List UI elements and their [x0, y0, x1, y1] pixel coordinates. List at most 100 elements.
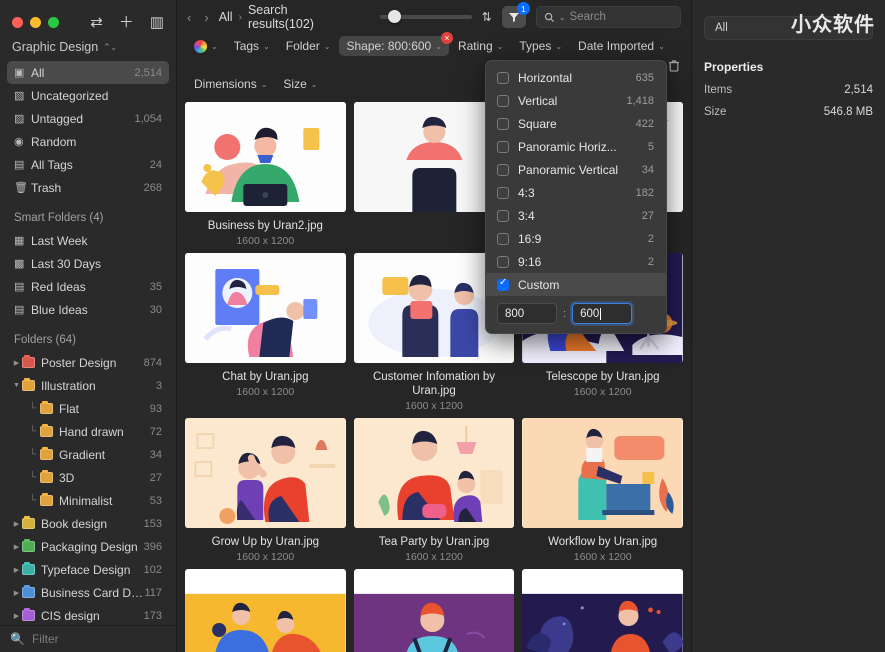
checkbox-icon[interactable]	[497, 209, 509, 222]
chevron-right-icon[interactable]: ▶	[11, 589, 22, 597]
thumbnail[interactable]	[185, 418, 346, 528]
checkbox-icon[interactable]	[497, 255, 509, 268]
folder-item[interactable]: ▶ Poster Design 874	[7, 351, 169, 374]
thumbnail[interactable]	[522, 569, 683, 652]
folder-item[interactable]: ▶ Book design 153	[7, 512, 169, 535]
thumbnail[interactable]	[185, 102, 346, 212]
filter-chip-rating[interactable]: Rating ⌄	[451, 36, 510, 56]
folder-item[interactable]: └ Minimalist 53	[7, 489, 169, 512]
chevron-right-icon[interactable]: ▶	[11, 566, 22, 574]
sidebar-toggle-icon[interactable]: ▥	[150, 15, 164, 30]
thumbnail-size-slider[interactable]	[380, 10, 472, 23]
filter-chip-dimensions[interactable]: Dimensions ⌄	[187, 74, 274, 94]
checkbox-icon[interactable]	[497, 186, 509, 199]
chevron-down-icon[interactable]: ▼	[11, 382, 22, 389]
shape-option-vertical[interactable]: Vertical 1,418	[486, 89, 666, 112]
folder-item[interactable]: └ 3D 27	[7, 466, 169, 489]
close-button[interactable]	[12, 17, 23, 28]
sidebar-item-untagged[interactable]: ▨ Untagged 1,054	[7, 107, 169, 130]
grid-item[interactable]: Tea Party by Uran.jpg 1600 x 1200	[353, 418, 515, 563]
shape-option-horizontal[interactable]: Horizontal 635	[486, 66, 666, 89]
thumbnail[interactable]	[522, 418, 683, 528]
shape-option-panoramic-vertical[interactable]: Panoramic Vertical 34	[486, 158, 666, 181]
checkbox-icon[interactable]	[497, 94, 509, 107]
filter-chip-date-imported[interactable]: Date Imported ⌄	[571, 36, 672, 56]
folder-item[interactable]: └ Gradient 34	[7, 443, 169, 466]
filter-chip-tags[interactable]: Tags ⌄	[227, 36, 277, 56]
checkbox-icon[interactable]	[497, 140, 509, 153]
thumbnail[interactable]	[185, 569, 346, 652]
minimize-button[interactable]	[30, 17, 41, 28]
shape-option-9-16[interactable]: 9:16 2	[486, 250, 666, 273]
thumbnail[interactable]	[353, 569, 515, 652]
filter-chip-color[interactable]: ⌄	[187, 37, 225, 56]
checkbox-icon[interactable]	[497, 117, 509, 130]
sync-icon[interactable]: ⇄	[90, 15, 103, 30]
trash-icon[interactable]	[667, 59, 681, 73]
sidebar-filter-bar[interactable]: 🔍 Filter	[0, 625, 176, 652]
filter-chip-folder[interactable]: Folder ⌄	[279, 36, 338, 56]
smart-folder-last-week[interactable]: ▦ Last Week	[7, 229, 169, 252]
shape-option-panoramic-horiz[interactable]: Panoramic Horiz... 5	[486, 135, 666, 158]
checkbox-icon[interactable]	[497, 277, 509, 291]
filter-chip-types[interactable]: Types ⌄	[512, 36, 569, 56]
folder-item[interactable]: ▶ CIS design 173	[7, 604, 169, 627]
custom-height-input[interactable]: 600	[572, 303, 633, 324]
chevron-right-icon[interactable]: ▶	[11, 543, 22, 551]
checkbox-icon[interactable]	[497, 71, 509, 84]
grid-item[interactable]	[522, 569, 683, 652]
sidebar-item-random[interactable]: ◉ Random	[7, 130, 169, 153]
sidebar-item-all[interactable]: ▣ All 2,514	[7, 61, 169, 84]
checkbox-icon[interactable]	[497, 163, 509, 176]
filter-chip-size[interactable]: Size ⌄	[276, 74, 324, 94]
smart-folder-red-ideas[interactable]: ▤ Red Ideas 35	[7, 275, 169, 298]
shape-option-custom[interactable]: Custom	[486, 273, 666, 296]
search-input[interactable]: Search	[570, 11, 606, 23]
folder-item[interactable]: └ Hand drawn 72	[7, 420, 169, 443]
folder-item[interactable]: ▶ Packaging Design 396	[7, 535, 169, 558]
custom-width-input[interactable]: 800	[497, 303, 557, 324]
grid-item[interactable]: Workflow by Uran.jpg 1600 x 1200	[522, 418, 683, 563]
grid-item[interactable]	[185, 569, 346, 652]
chevron-right-icon[interactable]: ▶	[11, 359, 22, 367]
add-icon[interactable]: ＋	[119, 15, 134, 30]
shape-option-3-4[interactable]: 3:4 27	[486, 204, 666, 227]
filter-button[interactable]: 1	[501, 2, 530, 28]
sidebar-item-all-tags[interactable]: ▤ All Tags 24	[7, 153, 169, 176]
breadcrumb-root[interactable]: All	[219, 10, 233, 24]
forward-button[interactable]: ›	[204, 10, 208, 25]
shape-option-4-3[interactable]: 4:3 182	[486, 181, 666, 204]
chevron-right-icon[interactable]: ▶	[11, 612, 22, 620]
back-button[interactable]: ‹	[187, 10, 191, 25]
library-selector[interactable]: Graphic Design ⌃⌄	[0, 34, 176, 61]
sort-button[interactable]: ⇅	[482, 10, 492, 24]
clear-filter-icon[interactable]: ×	[440, 32, 453, 44]
sidebar-item-uncategorized[interactable]: ▧ Uncategorized	[7, 84, 169, 107]
grid-item[interactable]: Business by Uran2.jpg 1600 x 1200	[185, 102, 346, 247]
shape-dropdown-menu[interactable]: Horizontal 635 Vertical 1,418 Square 422 Panor…	[485, 60, 667, 334]
smart-folder-last-30-days[interactable]: ▩ Last 30 Days	[7, 252, 169, 275]
thumbnail[interactable]	[353, 418, 515, 528]
slider-knob[interactable]	[388, 10, 402, 23]
folder-item[interactable]: ▶ Typeface Design 102	[7, 558, 169, 581]
search-box[interactable]: ⌄ Search	[535, 6, 681, 28]
chevron-right-icon[interactable]: ▶	[11, 520, 22, 528]
grid-item[interactable]: Grow Up by Uran.jpg 1600 x 1200	[185, 418, 346, 563]
smart-folder-label: Last Week	[31, 233, 88, 248]
sidebar-scroll[interactable]: ▣ All 2,514 ▧ Uncategorized ▨ Untagged 1,054 ◉ Ra…	[0, 61, 176, 652]
folder-item[interactable]: ▶ Business Card Des... 117	[7, 581, 169, 604]
grid-item[interactable]	[353, 569, 515, 652]
shape-option-square[interactable]: Square 422	[486, 112, 666, 135]
shape-option-16-9[interactable]: 16:9 2	[486, 227, 666, 250]
sidebar-item-trash[interactable]: 🗑 Trash 268	[7, 176, 169, 199]
filter-input[interactable]: Filter	[32, 632, 59, 646]
chevron-down-icon[interactable]: ⌄	[559, 13, 566, 22]
smart-folder-blue-ideas[interactable]: ▤ Blue Ideas 30	[7, 298, 169, 321]
thumbnail[interactable]	[185, 253, 346, 363]
checkbox-icon[interactable]	[497, 232, 509, 245]
folder-item[interactable]: └ Flat 93	[7, 397, 169, 420]
filter-chip-shape[interactable]: Shape: 800:600 ⌄ ×	[339, 32, 453, 56]
grid-item[interactable]: Chat by Uran.jpg 1600 x 1200	[185, 253, 346, 412]
folder-item[interactable]: ▼ Illustration 3	[7, 374, 169, 397]
maximize-button[interactable]	[48, 17, 59, 28]
